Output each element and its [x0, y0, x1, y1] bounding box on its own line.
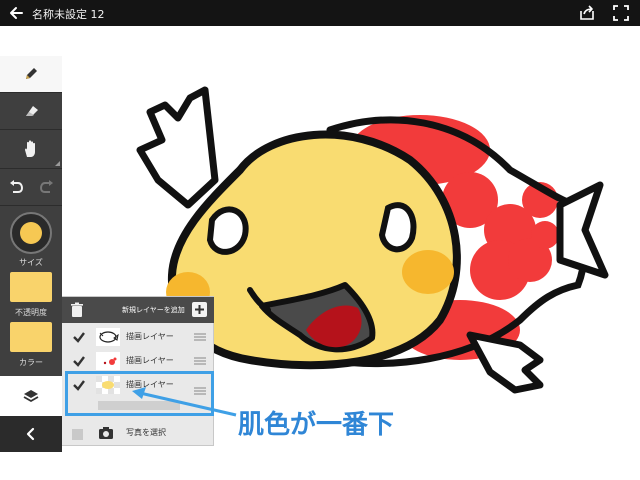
layer-name: 描画レイヤー: [126, 356, 174, 365]
undo-button[interactable]: [0, 169, 31, 205]
pencil-tool-button[interactable]: [0, 56, 62, 92]
opacity-button[interactable]: [10, 272, 52, 302]
eraser-tool-button[interactable]: [0, 93, 62, 129]
arrow-left-icon[interactable]: [8, 4, 26, 22]
checkmark-icon[interactable]: [72, 354, 86, 368]
app-root: 名称未設定 12 サイズ 不透明度 カラー 新規レイヤーを追加 描画レイヤー 描…: [0, 0, 640, 480]
photo-checkbox[interactable]: [72, 429, 83, 440]
annotation-arrow-icon: [132, 387, 237, 417]
layers-icon: [23, 390, 39, 403]
checkmark-icon[interactable]: [72, 330, 86, 344]
add-layer-button[interactable]: [192, 302, 207, 317]
plus-icon: [195, 305, 204, 314]
annotation-caption: 肌色が一番下: [238, 410, 395, 440]
opacity-label: 不透明度: [15, 308, 47, 317]
camera-icon: [99, 427, 113, 439]
color-label: カラー: [19, 358, 43, 367]
color-button[interactable]: [10, 322, 52, 352]
tool-sidebar: サイズ 不透明度 カラー: [0, 56, 62, 452]
drag-handle-icon[interactable]: [194, 357, 206, 365]
cheek-right: [402, 250, 454, 294]
chevron-left-icon: [26, 427, 35, 441]
brush-size-preview: [20, 222, 42, 244]
eraser-icon: [26, 106, 38, 116]
document-title: 名称未設定 12: [32, 8, 105, 21]
title-bar: 名称未設定 12: [0, 0, 640, 26]
photo-label: 写真を選択: [126, 428, 166, 437]
redo-button[interactable]: [31, 169, 62, 205]
layer-panel-header: 新規レイヤーを追加: [62, 297, 214, 323]
bottom-fin: [466, 331, 544, 394]
eye-left: [206, 206, 249, 255]
layer-row[interactable]: 描画レイヤー: [62, 325, 214, 349]
tail-fin: [556, 181, 609, 279]
add-layer-label[interactable]: 新規レイヤーを追加: [122, 305, 185, 315]
collapse-sidebar-button[interactable]: [0, 416, 62, 452]
pencil-icon: [26, 68, 37, 79]
trash-icon[interactable]: [70, 302, 84, 318]
hand-icon: [25, 140, 35, 157]
layer-thumbnail: [96, 328, 120, 346]
undo-icon: [9, 180, 23, 193]
layer-row[interactable]: 描画レイヤー: [62, 349, 214, 373]
size-label: サイズ: [19, 258, 43, 267]
layers-button[interactable]: [0, 376, 62, 416]
drag-handle-icon[interactable]: [194, 333, 206, 341]
eye-right: [378, 202, 417, 253]
layer-thumbnail: [96, 352, 120, 370]
top-fin: [136, 86, 219, 209]
hand-tool-button[interactable]: [0, 130, 62, 168]
fullscreen-icon[interactable]: [612, 4, 630, 22]
brush-size-button[interactable]: [10, 212, 52, 254]
layer-name: 描画レイヤー: [126, 332, 174, 341]
redo-icon: [39, 180, 53, 193]
share-icon[interactable]: [578, 4, 596, 22]
